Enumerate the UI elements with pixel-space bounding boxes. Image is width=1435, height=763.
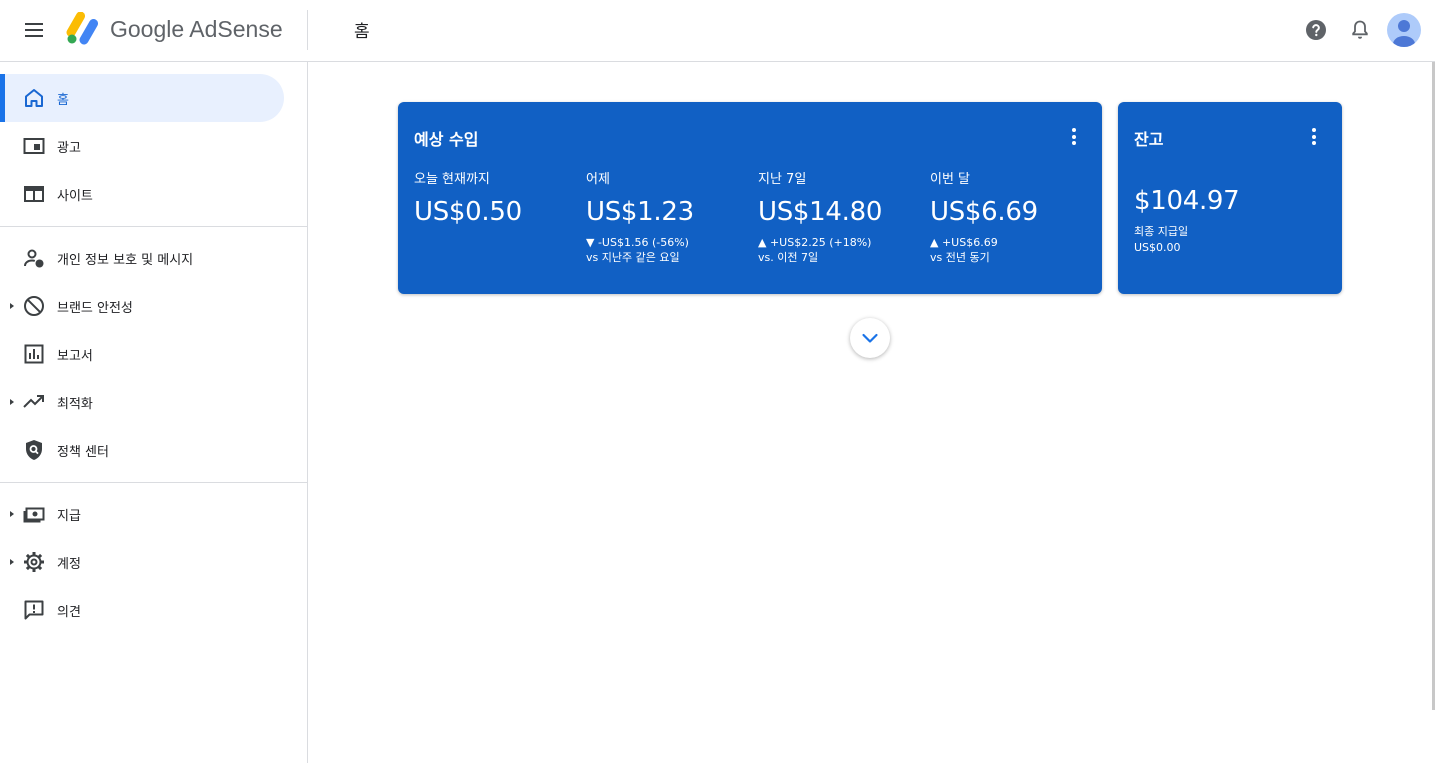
metric-change: ▼ -US$1.56 (-56%) vs 지난주 같은 요일 bbox=[586, 235, 756, 265]
sidebar-item-label: 보고서 bbox=[57, 349, 93, 364]
home-icon bbox=[25, 89, 43, 107]
metric-compare: vs. 이전 7일 bbox=[758, 251, 819, 264]
balance-card[interactable]: 잔고 $104.97 최종 지급일 US$0.00 bbox=[1118, 102, 1342, 294]
sidebar-item-label: 광고 bbox=[57, 141, 81, 156]
metric-today: 오늘 현재까지 US$0.50 bbox=[414, 168, 584, 227]
sidebar-item-privacy-messaging[interactable]: 개인 정보 보호 및 메시지 bbox=[0, 234, 284, 282]
metric-last-7-days: 지난 7일 US$14.80 ▲ +US$2.25 (+18%) vs. 이전 … bbox=[758, 168, 928, 265]
sidebar-divider bbox=[0, 226, 307, 227]
sidebar-item-brand-safety[interactable]: 브랜드 안전성 bbox=[0, 282, 284, 330]
balance-value: $104.97 bbox=[1134, 186, 1240, 216]
sidebar-item-policy-center[interactable]: 정책 센터 bbox=[0, 426, 284, 474]
sidebar-item-label: 사이트 bbox=[57, 189, 93, 204]
estimated-earnings-card[interactable]: 예상 수입 오늘 현재까지 US$0.50 어제 US$1.23 ▼ -US$1… bbox=[398, 102, 1102, 294]
metric-value: US$14.80 bbox=[758, 197, 883, 227]
account-avatar[interactable] bbox=[1387, 13, 1421, 47]
header-divider bbox=[307, 10, 308, 50]
more-options-icon[interactable] bbox=[1068, 128, 1080, 148]
sidebar-item-label: 의견 bbox=[57, 605, 81, 620]
adsense-logo bbox=[66, 12, 99, 45]
expand-caret-icon[interactable] bbox=[10, 303, 14, 309]
feedback-icon bbox=[24, 600, 44, 620]
sidebar-item-feedback[interactable]: 의견 bbox=[0, 586, 284, 634]
metric-value: US$1.23 bbox=[586, 197, 694, 227]
brand-name: Google AdSense bbox=[110, 16, 283, 42]
card-title: 잔고 bbox=[1134, 130, 1164, 149]
sidebar-item-label: 최적화 bbox=[57, 397, 93, 412]
metric-label: 이번 달 bbox=[930, 172, 971, 187]
block-icon bbox=[24, 296, 44, 316]
metric-label: 지난 7일 bbox=[758, 172, 807, 187]
sidebar-item-reports[interactable]: 보고서 bbox=[0, 330, 284, 378]
sidebar-item-sites[interactable]: 사이트 bbox=[0, 170, 284, 218]
last-payment-label: 최종 지급일 bbox=[1134, 225, 1189, 238]
policy-shield-icon bbox=[26, 440, 42, 460]
metric-label: 어제 bbox=[586, 172, 610, 187]
page-title: 홈 bbox=[354, 22, 370, 42]
sidebar-item-optimization[interactable]: 최적화 bbox=[0, 378, 284, 426]
privacy-icon bbox=[24, 249, 44, 268]
metric-delta: ▲ +US$2.25 (+18%) bbox=[758, 236, 872, 249]
metric-this-month: 이번 달 US$6.69 ▲ +US$6.69 vs 전년 동기 bbox=[930, 168, 1100, 265]
main-menu-button[interactable] bbox=[18, 16, 50, 44]
metric-delta: ▲ +US$6.69 bbox=[930, 236, 998, 249]
expand-caret-icon[interactable] bbox=[10, 399, 14, 405]
last-payment-value: US$0.00 bbox=[1134, 241, 1181, 254]
metric-compare: vs 지난주 같은 요일 bbox=[586, 251, 680, 264]
sidebar-item-label: 브랜드 안전성 bbox=[57, 301, 133, 316]
card-title: 예상 수입 bbox=[414, 130, 479, 149]
sidebar-nav: 홈 광고 사이트 개인 정보 보호 및 메시지 브랜드 안전성 보고서 최적화 … bbox=[0, 62, 308, 763]
last-payment: 최종 지급일 US$0.00 bbox=[1134, 224, 1188, 256]
metric-value: US$0.50 bbox=[414, 197, 522, 227]
metric-yesterday: 어제 US$1.23 ▼ -US$1.56 (-56%) vs 지난주 같은 요… bbox=[586, 168, 756, 265]
sidebar-item-label: 지급 bbox=[57, 509, 81, 524]
expand-caret-icon[interactable] bbox=[10, 559, 14, 565]
sidebar-item-payments[interactable]: 지급 bbox=[0, 490, 284, 538]
expand-cards-button[interactable] bbox=[850, 318, 890, 358]
payments-icon bbox=[23, 507, 45, 523]
settings-gear-icon bbox=[24, 552, 44, 572]
sidebar-item-home[interactable]: 홈 bbox=[0, 74, 284, 122]
sidebar-item-label: 홈 bbox=[57, 93, 69, 108]
sidebar-item-ads[interactable]: 광고 bbox=[0, 122, 284, 170]
sidebar-item-label: 정책 센터 bbox=[57, 445, 109, 460]
sidebar-item-account[interactable]: 계정 bbox=[0, 538, 284, 586]
notifications-bell-icon[interactable] bbox=[1348, 18, 1372, 42]
sidebar-item-label: 개인 정보 보호 및 메시지 bbox=[57, 253, 194, 268]
metric-value: US$6.69 bbox=[930, 197, 1038, 227]
metric-change: ▲ +US$6.69 vs 전년 동기 bbox=[930, 235, 1100, 265]
metric-change: ▲ +US$2.25 (+18%) vs. 이전 7일 bbox=[758, 235, 928, 265]
help-icon[interactable] bbox=[1304, 18, 1328, 42]
top-app-bar: Google AdSense 홈 bbox=[0, 0, 1435, 62]
more-options-icon[interactable] bbox=[1308, 128, 1320, 148]
ads-icon bbox=[23, 138, 45, 154]
metric-compare: vs 전년 동기 bbox=[930, 251, 990, 264]
sites-icon bbox=[24, 186, 44, 202]
metric-delta: ▼ -US$1.56 (-56%) bbox=[586, 236, 689, 249]
reports-icon bbox=[24, 344, 44, 364]
trending-icon bbox=[23, 395, 44, 408]
sidebar-item-label: 계정 bbox=[57, 557, 81, 572]
metric-label: 오늘 현재까지 bbox=[414, 172, 490, 187]
chevron-down-icon bbox=[862, 333, 878, 343]
sidebar-divider bbox=[0, 482, 307, 483]
person-avatar-icon bbox=[1393, 20, 1415, 47]
expand-caret-icon[interactable] bbox=[10, 511, 14, 517]
